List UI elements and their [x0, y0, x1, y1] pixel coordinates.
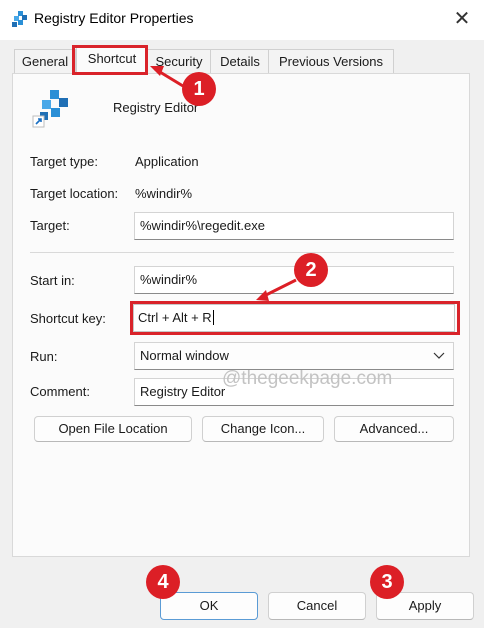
advanced-button[interactable]: Advanced... [334, 416, 454, 442]
run-select-value: Normal window [140, 348, 229, 363]
change-icon-button[interactable]: Change Icon... [202, 416, 324, 442]
shortcut-key-label: Shortcut key: [30, 311, 106, 326]
tab-general[interactable]: General [14, 49, 76, 74]
cancel-button[interactable]: Cancel [268, 592, 366, 620]
annotation-badge-2: 2 [294, 253, 328, 287]
comment-label: Comment: [30, 384, 90, 399]
run-label: Run: [30, 349, 58, 364]
separator [30, 252, 454, 253]
tab-previous-versions[interactable]: Previous Versions [268, 49, 394, 74]
tab-details[interactable]: Details [210, 49, 270, 74]
annotation-badge-3: 3 [370, 565, 404, 599]
tab-security[interactable]: Security [146, 49, 212, 74]
shortcut-tab-highlight [72, 45, 148, 75]
annotation-badge-1: 1 [182, 72, 216, 106]
run-select[interactable]: Normal window [134, 342, 454, 370]
target-label: Target: [30, 218, 70, 233]
open-file-location-button[interactable]: Open File Location [34, 416, 192, 442]
watermark: @thegeekpage.com [222, 368, 393, 389]
annotation-badge-4: 4 [146, 565, 180, 599]
registry-editor-shortcut-icon [32, 90, 68, 128]
window-title: Registry Editor Properties [34, 10, 194, 26]
target-input[interactable]: %windir%\regedit.exe [134, 212, 454, 240]
start-in-label: Start in: [30, 273, 75, 288]
close-icon[interactable]: ✕ [446, 4, 478, 34]
title-bar: Registry Editor Properties ✕ [0, 0, 484, 40]
shortcut-key-highlight [130, 301, 460, 335]
target-location-value: %windir% [135, 186, 193, 201]
target-type-value: Application [135, 154, 199, 169]
registry-editor-icon [12, 11, 27, 27]
target-location-label: Target location: [30, 186, 119, 201]
chevron-down-icon [433, 352, 445, 359]
target-type-label: Target type: [30, 154, 98, 169]
ok-button[interactable]: OK [160, 592, 258, 620]
app-name: Registry Editor [113, 100, 199, 115]
